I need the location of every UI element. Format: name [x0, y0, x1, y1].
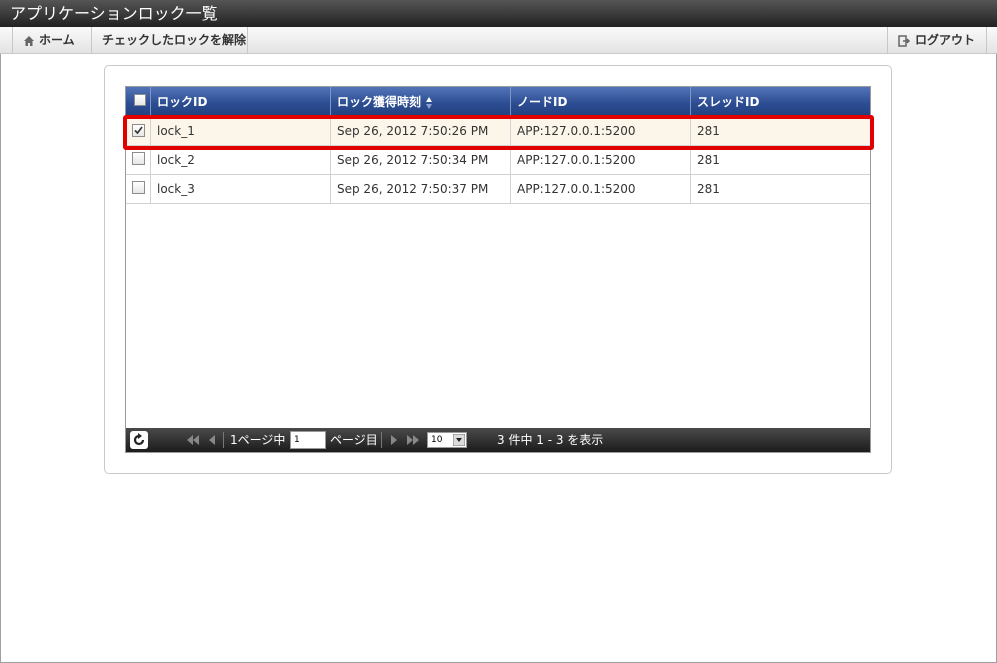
thread-id-cell: 281	[697, 124, 720, 138]
page-size-value: 10	[431, 435, 443, 445]
pager-summary: 3 件中 1 - 3 を表示	[497, 433, 604, 447]
column-header-node-id[interactable]: ノードID	[511, 87, 691, 117]
header-checkbox-cell	[126, 87, 151, 117]
column-header-thread-id[interactable]: スレッドID	[691, 87, 870, 117]
row-checkbox[interactable]	[132, 124, 145, 137]
lock-id-cell: lock_2	[151, 146, 331, 174]
lock-time-cell: Sep 26, 2012 7:50:26 PM	[331, 117, 511, 145]
column-header-lock-id[interactable]: ロックID	[151, 87, 331, 117]
page-size-select[interactable]: 10	[427, 432, 467, 448]
page-suffix-label: ページ目	[330, 433, 378, 447]
pager-separator	[381, 432, 382, 448]
release-locks-button[interactable]: チェックしたロックを解除	[92, 27, 248, 53]
checkmark-icon	[134, 126, 143, 135]
lock-time-cell: Sep 26, 2012 7:50:34 PM	[331, 146, 511, 174]
thread-id-cell: 281	[697, 153, 720, 167]
home-icon	[24, 35, 34, 46]
table-row[interactable]: lock_2 Sep 26, 2012 7:50:34 PM APP:127.0…	[126, 146, 870, 175]
table-row[interactable]: lock_1 Sep 26, 2012 7:50:26 PM APP:127.0…	[126, 117, 870, 146]
home-label: ホーム	[39, 33, 75, 47]
row-checkbox[interactable]	[132, 181, 145, 194]
pager-separator	[223, 432, 224, 448]
column-header-lock-time-label: ロック獲得時刻	[337, 95, 422, 109]
page-number-input[interactable]: 1	[290, 431, 326, 449]
thread-id-cell: 281	[697, 182, 720, 196]
next-page-icon[interactable]	[390, 435, 398, 445]
table-row[interactable]: lock_3 Sep 26, 2012 7:50:37 PM APP:127.0…	[126, 175, 870, 204]
lock-time-cell: Sep 26, 2012 7:50:37 PM	[331, 175, 511, 203]
logout-button[interactable]: ログアウト	[887, 27, 987, 53]
node-id-cell: APP:127.0.0.1:5200	[511, 146, 691, 174]
row-checkbox-cell	[126, 175, 151, 203]
first-page-icon[interactable]	[186, 435, 200, 445]
home-button[interactable]: ホーム	[12, 27, 92, 53]
page-prefix-label: 1ページ中	[230, 433, 286, 447]
select-all-checkbox[interactable]	[134, 94, 146, 106]
refresh-icon	[133, 433, 145, 446]
lock-id-cell: lock_1	[151, 117, 331, 145]
node-id-cell: APP:127.0.0.1:5200	[511, 175, 691, 203]
pager-bar: 1ページ中 1 ページ目 10 3 件中 1 - 3 を表示	[126, 428, 870, 452]
prev-page-icon[interactable]	[208, 435, 216, 445]
last-page-icon[interactable]	[406, 435, 420, 445]
lock-id-cell: lock_3	[151, 175, 331, 203]
logout-icon	[898, 34, 911, 47]
chevron-down-icon	[453, 434, 465, 446]
lock-table: ロックID ロック獲得時刻 ノードID スレッドID lock_1 Sep 26…	[125, 86, 871, 453]
logout-label: ログアウト	[915, 33, 976, 47]
table-header: ロックID ロック獲得時刻 ノードID スレッドID	[126, 87, 870, 117]
page-title: アプリケーションロック一覧	[0, 0, 997, 27]
row-checkbox-cell	[126, 146, 151, 174]
refresh-button[interactable]	[130, 431, 148, 449]
row-checkbox[interactable]	[132, 152, 145, 165]
row-checkbox-cell	[126, 117, 151, 145]
column-header-lock-time[interactable]: ロック獲得時刻	[331, 87, 511, 117]
node-id-cell: APP:127.0.0.1:5200	[511, 117, 691, 145]
toolbar: ホーム チェックしたロックを解除 ログアウト	[0, 27, 997, 54]
sort-icon	[426, 96, 433, 109]
